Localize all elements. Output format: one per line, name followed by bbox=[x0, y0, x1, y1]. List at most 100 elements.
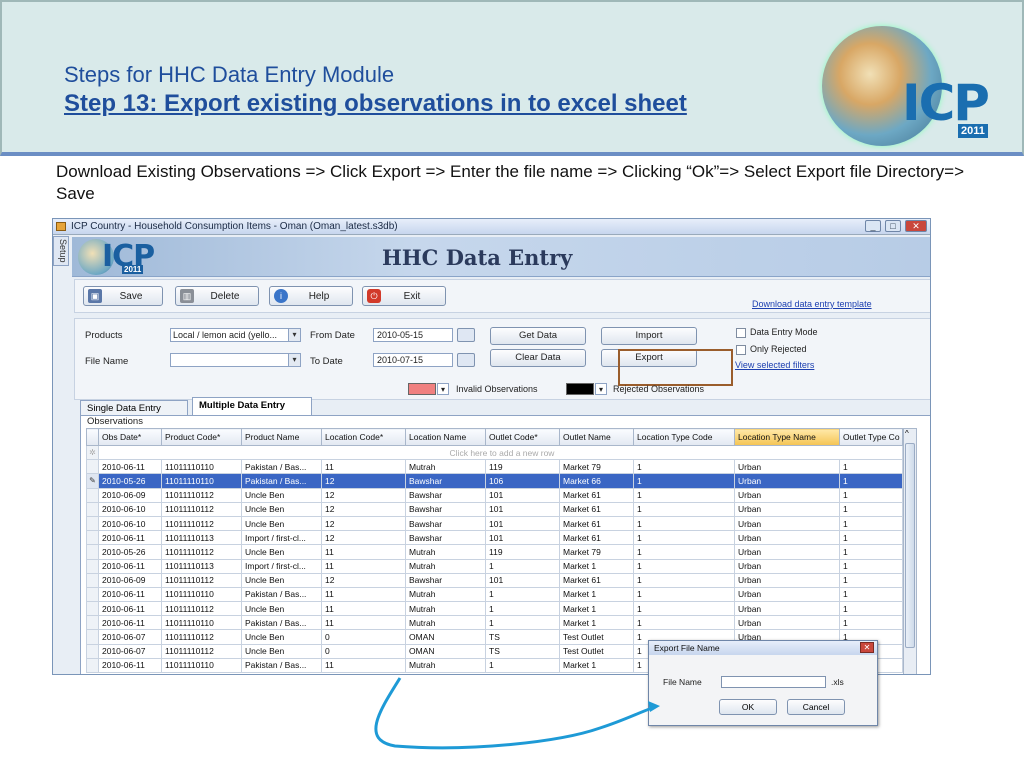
column-header[interactable]: Location Name bbox=[405, 428, 486, 446]
table-row[interactable]: 2010-06-10 11011110112 Uncle Ben 12 Bawshar 1… bbox=[86, 515, 903, 532]
row-header[interactable] bbox=[86, 558, 99, 574]
calendar-icon[interactable] bbox=[457, 353, 475, 367]
table-cell[interactable]: 1 bbox=[633, 515, 735, 532]
table-cell[interactable]: 119 bbox=[485, 544, 560, 560]
table-cell[interactable]: Urban bbox=[734, 572, 840, 588]
table-cell[interactable]: 11011110112 bbox=[161, 501, 242, 517]
table-cell[interactable]: 11011110112 bbox=[161, 515, 242, 532]
table-row[interactable]: 2010-06-09 11011110112 Uncle Ben 12 Bawshar 1… bbox=[86, 487, 903, 503]
table-cell[interactable]: 11011110112 bbox=[161, 487, 242, 503]
table-cell[interactable]: Pakistan / Bas... bbox=[241, 586, 322, 603]
table-cell[interactable]: 1 bbox=[839, 586, 903, 603]
table-cell[interactable]: 11011110110 bbox=[161, 615, 242, 631]
table-cell[interactable]: 12 bbox=[321, 515, 406, 532]
table-cell[interactable]: Urban bbox=[734, 558, 840, 574]
table-cell[interactable]: 2010-06-09 bbox=[98, 487, 162, 503]
row-header[interactable] bbox=[86, 530, 99, 546]
close-icon[interactable]: ✕ bbox=[860, 642, 874, 653]
table-cell[interactable]: 0 bbox=[321, 629, 406, 645]
dialog-cancel-button[interactable]: Cancel bbox=[787, 699, 845, 715]
table-cell[interactable]: 2010-06-11 bbox=[98, 459, 162, 475]
column-header[interactable]: Product Code* bbox=[161, 428, 242, 446]
table-cell[interactable]: Market 1 bbox=[559, 558, 634, 574]
table-cell[interactable]: Uncle Ben bbox=[241, 629, 322, 645]
table-cell[interactable]: 101 bbox=[485, 515, 560, 532]
table-cell[interactable]: TS bbox=[485, 643, 560, 659]
table-cell[interactable]: 2010-06-11 bbox=[98, 558, 162, 574]
minimize-icon[interactable]: _ bbox=[865, 220, 881, 232]
from-date-input[interactable]: 2010-05-15 bbox=[373, 328, 453, 342]
table-cell[interactable]: 2010-06-09 bbox=[98, 572, 162, 588]
table-cell[interactable]: 2010-06-11 bbox=[98, 586, 162, 603]
table-cell[interactable]: 12 bbox=[321, 572, 406, 588]
table-cell[interactable]: Market 79 bbox=[559, 544, 634, 560]
table-cell[interactable]: 11 bbox=[321, 615, 406, 631]
table-cell[interactable]: 2010-05-26 bbox=[98, 473, 162, 489]
table-cell[interactable]: 1 bbox=[633, 586, 735, 603]
table-cell[interactable]: Urban bbox=[734, 515, 840, 532]
table-cell[interactable]: 1 bbox=[839, 530, 903, 546]
table-cell[interactable]: 119 bbox=[485, 459, 560, 475]
table-cell[interactable]: Urban bbox=[734, 615, 840, 631]
table-row[interactable]: 2010-06-11 11011110110 Pakistan / Bas... 11… bbox=[86, 459, 903, 475]
table-cell[interactable]: 11011110112 bbox=[161, 643, 242, 659]
table-cell[interactable]: Bawshar bbox=[405, 530, 486, 546]
table-cell[interactable]: Import / first-cl... bbox=[241, 530, 322, 546]
table-row[interactable]: 2010-06-10 11011110112 Uncle Ben 12 Bawshar 1… bbox=[86, 501, 903, 517]
table-row[interactable]: ✎ 2010-05-26 11011110110 Pakistan / Bas... 1… bbox=[86, 473, 903, 489]
table-cell[interactable]: Pakistan / Bas... bbox=[241, 473, 322, 489]
vertical-scrollbar[interactable]: ^ bbox=[903, 428, 917, 674]
table-cell[interactable]: 11 bbox=[321, 586, 406, 603]
column-header[interactable]: Obs Date* bbox=[98, 428, 162, 446]
table-cell[interactable]: TS bbox=[485, 629, 560, 645]
chevron-down-icon[interactable]: ▾ bbox=[437, 383, 449, 395]
chevron-down-icon[interactable]: ▾ bbox=[595, 383, 607, 395]
table-cell[interactable]: 2010-05-26 bbox=[98, 544, 162, 560]
table-cell[interactable]: 2010-06-10 bbox=[98, 515, 162, 532]
table-cell[interactable]: 2010-06-11 bbox=[98, 657, 162, 674]
table-cell[interactable]: Market 61 bbox=[559, 530, 634, 546]
table-cell[interactable]: Market 61 bbox=[559, 501, 634, 517]
table-cell[interactable]: 12 bbox=[321, 501, 406, 517]
scroll-up-icon[interactable]: ^ bbox=[905, 429, 909, 438]
edit-pencil-icon[interactable]: ✎ bbox=[86, 473, 99, 489]
table-cell[interactable]: 1 bbox=[633, 615, 735, 631]
table-cell[interactable]: 1 bbox=[633, 459, 735, 475]
table-cell[interactable]: Bawshar bbox=[405, 572, 486, 588]
column-header[interactable]: Outlet Type Co bbox=[839, 428, 903, 446]
table-cell[interactable]: 101 bbox=[485, 501, 560, 517]
new-row-hint[interactable]: Click here to add a new row bbox=[98, 444, 903, 461]
table-cell[interactable]: 2010-06-11 bbox=[98, 615, 162, 631]
close-icon[interactable]: ✕ bbox=[905, 220, 927, 232]
row-header[interactable] bbox=[86, 459, 99, 475]
table-cell[interactable]: Bawshar bbox=[405, 487, 486, 503]
column-header[interactable]: Location Type Code bbox=[633, 428, 735, 446]
table-cell[interactable]: Market 1 bbox=[559, 657, 634, 674]
table-cell[interactable]: 2010-06-11 bbox=[98, 530, 162, 546]
table-cell[interactable]: 1 bbox=[839, 572, 903, 588]
table-cell[interactable]: 11011110110 bbox=[161, 459, 242, 475]
table-cell[interactable]: 11011110112 bbox=[161, 601, 242, 617]
table-cell[interactable]: Pakistan / Bas... bbox=[241, 657, 322, 674]
table-cell[interactable]: 12 bbox=[321, 473, 406, 489]
table-cell[interactable]: 0 bbox=[321, 643, 406, 659]
table-cell[interactable]: 2010-06-07 bbox=[98, 629, 162, 645]
table-cell[interactable]: Market 61 bbox=[559, 515, 634, 532]
table-cell[interactable]: 1 bbox=[839, 615, 903, 631]
table-cell[interactable]: 1 bbox=[839, 558, 903, 574]
table-cell[interactable]: 11 bbox=[321, 558, 406, 574]
file-name-select[interactable]: ▾ bbox=[170, 353, 301, 367]
row-header[interactable] bbox=[86, 515, 99, 532]
table-cell[interactable]: 1 bbox=[839, 544, 903, 560]
table-row[interactable]: 2010-06-09 11011110112 Uncle Ben 12 Bawshar 1… bbox=[86, 572, 903, 588]
table-cell[interactable]: Mutrah bbox=[405, 558, 486, 574]
dialog-file-name-input[interactable] bbox=[721, 676, 826, 688]
table-cell[interactable]: OMAN bbox=[405, 629, 486, 645]
table-row[interactable]: 2010-06-11 11011110113 Import / first-cl..… bbox=[86, 530, 903, 546]
table-cell[interactable]: 101 bbox=[485, 572, 560, 588]
import-button[interactable]: Import bbox=[601, 327, 697, 345]
table-cell[interactable]: 1 bbox=[839, 473, 903, 489]
table-cell[interactable]: 1 bbox=[485, 558, 560, 574]
table-cell[interactable]: Urban bbox=[734, 530, 840, 546]
column-header[interactable]: Location Type Name bbox=[734, 428, 840, 446]
